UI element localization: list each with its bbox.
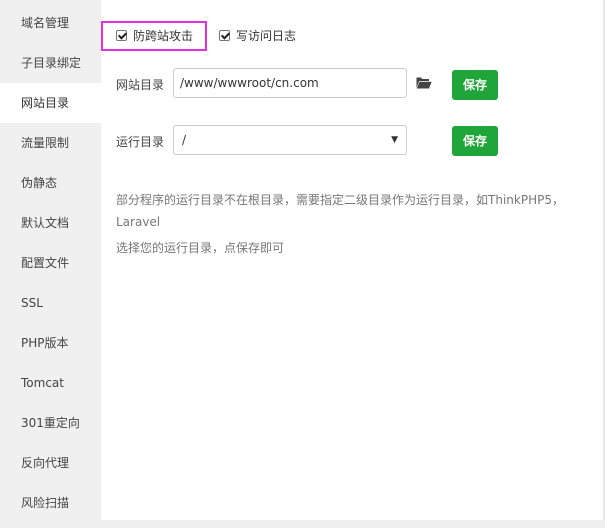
sidebar-item-config-file[interactable]: 配置文件 (0, 243, 101, 283)
sidebar-item-site-dir[interactable]: 网站目录 (0, 83, 101, 123)
access-log-label: 写访问日志 (236, 28, 297, 43)
run-dir-selected-value: / (182, 133, 187, 147)
sidebar-item-subdir-binding[interactable]: 子目录绑定 (0, 43, 101, 83)
sidebar-item-traffic-limit[interactable]: 流量限制 (0, 123, 101, 163)
highlight-annotation (101, 21, 207, 51)
site-dir-label: 网站目录 (116, 78, 165, 92)
save-site-dir-button[interactable]: 保存 (452, 70, 498, 100)
bottom-border (0, 520, 605, 528)
folder-open-icon[interactable] (416, 76, 432, 89)
sidebar-item-default-doc[interactable]: 默认文档 (0, 203, 101, 243)
save-run-dir-button[interactable]: 保存 (452, 126, 498, 156)
help-text-line-1: 部分程序的运行目录不在根目录，需要指定二级目录作为运行目录，如ThinkPHP5… (116, 193, 564, 207)
site-dir-input[interactable] (173, 68, 407, 98)
help-text-line-2: Laravel (116, 215, 161, 229)
sidebar-item-tomcat[interactable]: Tomcat (0, 363, 101, 403)
help-text-line-3: 选择您的运行目录，点保存即可 (116, 241, 285, 255)
sidebar-item-reverse-proxy[interactable]: 反向代理 (0, 443, 101, 483)
access-log-checkbox[interactable] (219, 29, 230, 41)
sidebar-item-redirect[interactable]: 301重定向 (0, 403, 101, 443)
access-log-option[interactable]: 写访问日志 (219, 24, 296, 46)
run-dir-select[interactable]: / ▼ (173, 125, 407, 155)
sidebar-item-php-version[interactable]: PHP版本 (0, 323, 101, 363)
sidebar-item-rewrite[interactable]: 伪静态 (0, 163, 101, 203)
sidebar-item-risk-scan[interactable]: 风险扫描 (0, 483, 101, 523)
sidebar-item-ssl[interactable]: SSL (0, 283, 101, 323)
run-dir-label: 运行目录 (116, 135, 165, 149)
sidebar-item-domain[interactable]: 域名管理 (0, 3, 101, 43)
caret-down-icon: ▼ (391, 135, 398, 145)
sidebar: 域名管理 子目录绑定 网站目录 流量限制 伪静态 默认文档 配置文件 SSL P… (0, 0, 101, 520)
